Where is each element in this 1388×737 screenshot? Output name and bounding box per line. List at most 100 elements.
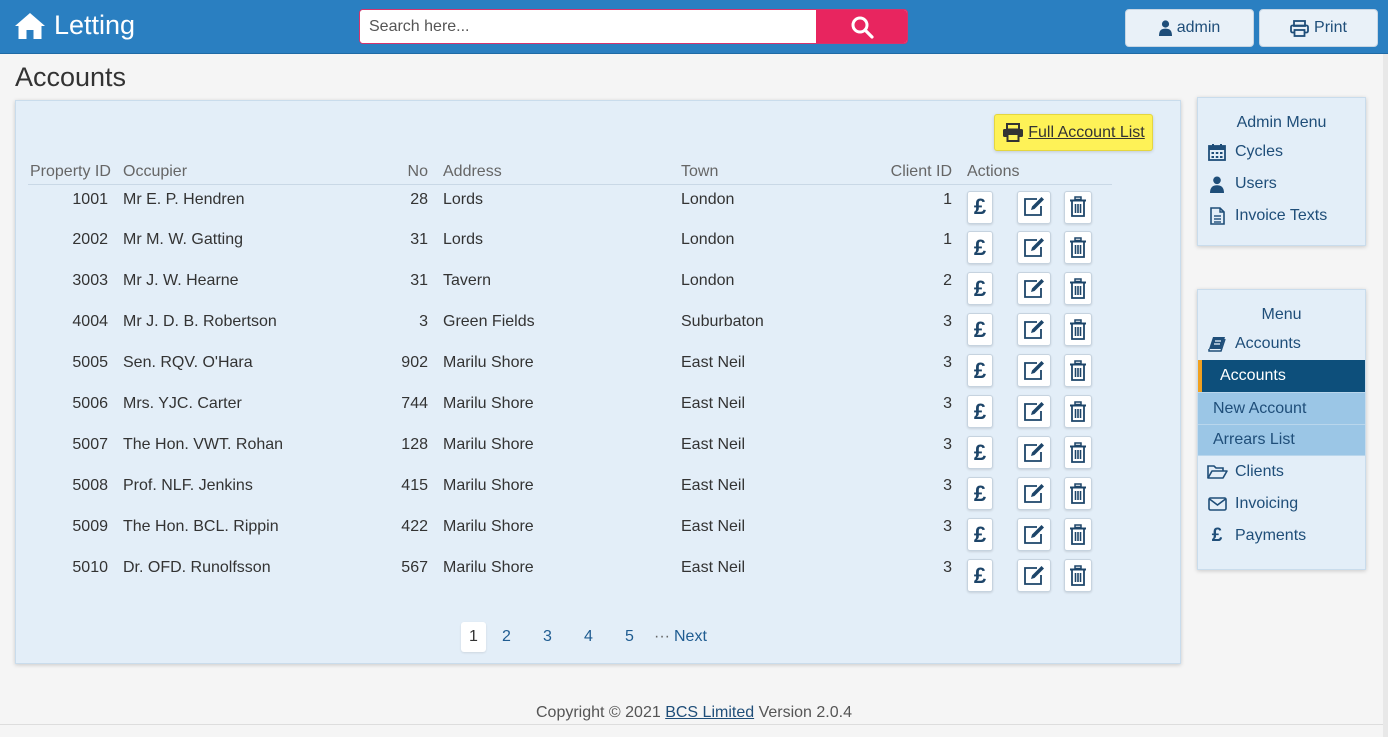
delete-button[interactable]: [1064, 313, 1092, 346]
submenu-item-accounts[interactable]: Accounts: [1198, 360, 1365, 392]
edit-icon: [1024, 237, 1044, 257]
user-icon: [1210, 176, 1224, 193]
document-icon: [1209, 207, 1225, 225]
admin-user-button[interactable]: admin: [1125, 9, 1254, 47]
admin-menu-title: Admin Menu: [1236, 114, 1327, 131]
edit-button[interactable]: [1017, 395, 1051, 428]
pound-icon: £: [973, 357, 987, 383]
page-link-5[interactable]: 5: [609, 622, 650, 652]
edit-icon: [1024, 565, 1044, 585]
book-icon: [1208, 337, 1226, 352]
edit-button[interactable]: [1017, 518, 1051, 551]
delete-button[interactable]: [1064, 231, 1092, 264]
page-link-3[interactable]: 3: [527, 622, 568, 652]
submenu-item-arrears-list[interactable]: Arrears List: [1198, 424, 1365, 456]
page-link-2[interactable]: 2: [486, 622, 527, 652]
delete-button[interactable]: [1064, 436, 1092, 469]
footer-company-link[interactable]: BCS Limited: [665, 704, 754, 721]
pound-icon: £: [973, 194, 987, 219]
payment-button[interactable]: £: [967, 231, 993, 264]
delete-button[interactable]: [1064, 559, 1092, 592]
menu-item-payments[interactable]: £ Payments: [1198, 520, 1365, 552]
full-account-list-button[interactable]: Full Account List: [994, 114, 1153, 151]
payment-button[interactable]: £: [967, 518, 993, 551]
scrollbar-track[interactable]: [1383, 54, 1388, 737]
table-row: 5008 Prof. NLF. Jenkins 415 Marilu Shore Eas…: [28, 471, 1112, 512]
cell-no: 31: [410, 272, 428, 289]
search-bar: [359, 9, 908, 44]
edit-button[interactable]: [1017, 354, 1051, 387]
menu-item-invoicing[interactable]: Invoicing: [1198, 488, 1365, 520]
cell-occupier: The Hon. BCL. Rippin: [123, 518, 279, 535]
delete-button[interactable]: [1064, 354, 1092, 387]
page-next-link[interactable]: Next: [674, 622, 707, 652]
cell-town: East Neil: [681, 518, 746, 535]
cell-property-id: 5005: [72, 354, 108, 371]
edit-button[interactable]: [1017, 436, 1051, 469]
page-link-4[interactable]: 4: [568, 622, 609, 652]
cell-occupier: Sen. RQV. O'Hara: [123, 354, 253, 371]
cell-property-id: 5007: [72, 436, 108, 453]
delete-button[interactable]: [1064, 395, 1092, 428]
cell-client-id: 1: [943, 231, 952, 248]
payment-button[interactable]: £: [967, 395, 993, 428]
payment-button[interactable]: £: [967, 477, 993, 510]
edit-button[interactable]: [1017, 190, 1051, 224]
payment-button[interactable]: £: [967, 190, 993, 224]
menu-item-accounts[interactable]: Accounts: [1198, 328, 1365, 360]
delete-button[interactable]: [1064, 518, 1092, 551]
cell-no: 128: [401, 436, 428, 453]
pound-icon: £: [973, 562, 987, 588]
cell-actions: £: [967, 389, 1112, 430]
brand-link[interactable]: Letting: [14, 10, 135, 41]
cell-no: 902: [401, 354, 428, 371]
payment-button[interactable]: £: [967, 354, 993, 387]
menu-item-clients[interactable]: Clients: [1198, 456, 1365, 488]
search-input[interactable]: [360, 10, 816, 43]
footer-copyright: Copyright © 2021: [536, 704, 661, 721]
payment-button[interactable]: £: [967, 436, 993, 469]
printer-icon: [1290, 19, 1309, 37]
admin-menu-item-invoice-texts[interactable]: Invoice Texts: [1198, 200, 1365, 232]
cell-occupier: Prof. NLF. Jenkins: [123, 477, 253, 494]
cell-client-id: 3: [943, 313, 952, 330]
admin-label: admin: [1176, 19, 1221, 36]
payment-button[interactable]: £: [967, 559, 993, 592]
cell-property-id: 4004: [72, 313, 108, 330]
cell-no: 31: [410, 231, 428, 248]
delete-button[interactable]: [1064, 477, 1092, 510]
trash-icon: [1070, 482, 1086, 504]
pound-icon: £: [973, 439, 987, 465]
admin-menu-item-cycles[interactable]: Cycles: [1198, 136, 1365, 168]
edit-button[interactable]: [1017, 231, 1051, 264]
cell-actions: £: [967, 348, 1112, 389]
search-button[interactable]: [816, 10, 907, 43]
cell-address: Marilu Shore: [443, 354, 534, 371]
accounts-table: Property ID Occupier No Address Town Cli…: [28, 161, 1112, 594]
top-navbar: Letting admin Print: [0, 0, 1388, 54]
edit-button[interactable]: [1017, 477, 1051, 510]
page-current[interactable]: 1: [461, 622, 486, 652]
trash-icon: [1070, 236, 1086, 258]
admin-menu-item-users[interactable]: Users: [1198, 168, 1365, 200]
edit-button[interactable]: [1017, 313, 1051, 346]
trash-icon: [1070, 277, 1086, 299]
cell-no: 567: [401, 559, 428, 576]
cell-client-id: 3: [943, 559, 952, 576]
print-button[interactable]: Print: [1259, 9, 1378, 47]
payment-button[interactable]: £: [967, 272, 993, 305]
table-row: 5010 Dr. OFD. Runolfsson 567 Marilu Shore Ea…: [28, 553, 1112, 594]
edit-icon: [1024, 401, 1044, 421]
cell-town: East Neil: [681, 559, 746, 576]
cell-client-id: 1: [943, 190, 952, 208]
delete-button[interactable]: [1064, 272, 1092, 305]
cell-address: Marilu Shore: [443, 436, 534, 453]
edit-button[interactable]: [1017, 559, 1051, 592]
column-header-property-id: Property ID: [28, 161, 123, 185]
payment-button[interactable]: £: [967, 313, 993, 346]
submenu-item-new-account[interactable]: New Account: [1198, 392, 1365, 424]
delete-button[interactable]: [1064, 190, 1092, 224]
edit-button[interactable]: [1017, 272, 1051, 305]
cell-client-id: 3: [943, 518, 952, 535]
cell-no: 3: [419, 313, 428, 330]
